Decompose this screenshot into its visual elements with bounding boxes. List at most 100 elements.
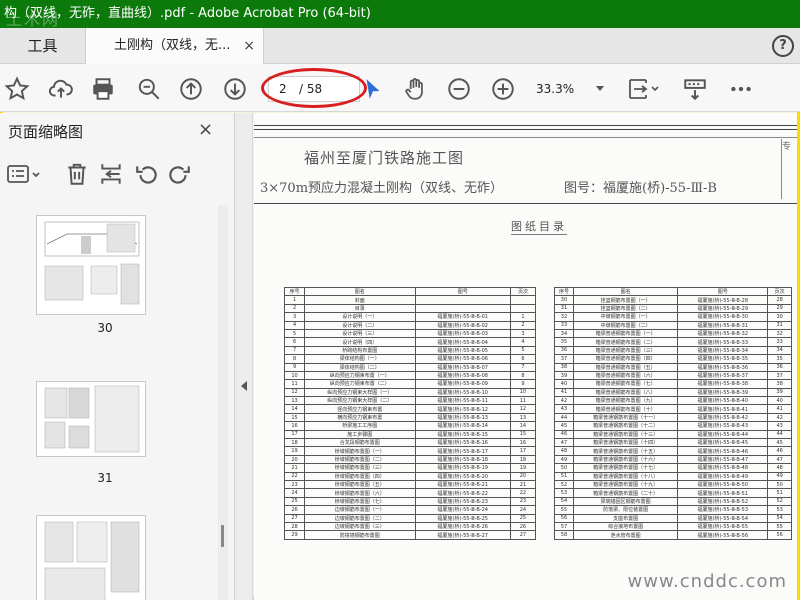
- table-cell: 福厦施(桥)-55-Ⅲ-B-40: [677, 396, 769, 406]
- table-row: 9 梁体结构图（二） 福厦施(桥)-55-Ⅲ-B-07 7: [283, 362, 537, 372]
- table-cell: 52: [554, 479, 574, 490]
- table-row: 32 中墩钢筋布置图（一） 福厦施(桥)-55-Ⅲ-B-30 30: [554, 312, 792, 322]
- cloud-upload-icon[interactable]: [48, 76, 74, 102]
- table-cell: 梁端锚固区钢筋布置图: [572, 496, 679, 507]
- table-cell: 10: [509, 387, 537, 398]
- table-cell: 35: [554, 337, 574, 347]
- insert-pages-icon[interactable]: [98, 161, 124, 187]
- fit-page-icon[interactable]: [626, 76, 662, 102]
- table-cell: 箱梁普通钢筋布置图（十一）: [572, 412, 679, 423]
- close-icon[interactable]: ×: [198, 119, 213, 140]
- table-cell: 箱梁普通钢筋布置图（八）: [572, 387, 679, 398]
- plus-circle-icon[interactable]: [490, 76, 516, 102]
- page-thumbnail[interactable]: [36, 381, 146, 457]
- index-title: 图纸目录: [511, 220, 567, 235]
- table-cell: 33: [767, 337, 792, 347]
- close-icon[interactable]: ×: [243, 28, 255, 64]
- panel-collapse-handle[interactable]: [235, 113, 253, 600]
- table-cell: 桥墩钢筋布置图（六）: [304, 488, 416, 498]
- table-cell: 17: [509, 446, 537, 456]
- table-cell: 福厦施(桥)-55-Ⅲ-B-50: [677, 479, 769, 490]
- table-row: 17 施工步骤图 福厦施(桥)-55-Ⅲ-B-15 15: [283, 429, 537, 440]
- table-cell: 23: [283, 479, 306, 490]
- table-cell: 57: [554, 521, 574, 532]
- table-cell: 27: [283, 513, 306, 523]
- table-cell: 序号: [283, 286, 306, 297]
- table-cell: 36: [767, 362, 792, 372]
- table-cell: 福厦施(桥)-55-Ⅲ-B-48: [677, 463, 769, 473]
- page-thumbnail[interactable]: [36, 215, 146, 315]
- table-row: 16 桥梁施工工序图 福厦施(桥)-55-Ⅲ-B-14 14: [283, 421, 537, 431]
- table-row: 7 桥跨结构布置图 福厦施(桥)-55-Ⅲ-B-05 5: [283, 345, 537, 356]
- table-cell: 福厦施(桥)-55-Ⅲ-B-15: [414, 429, 511, 440]
- table-cell: 16: [283, 421, 306, 431]
- trash-icon[interactable]: [64, 161, 90, 187]
- zoom-level: 33.3%: [536, 82, 575, 96]
- star-icon[interactable]: [4, 76, 30, 102]
- table-row: 56 支座布置图 福厦施(桥)-55-Ⅲ-B-54 54: [554, 513, 792, 523]
- table-cell: 箱梁普通钢筋布置图（七）: [572, 379, 679, 389]
- table-cell: 47: [554, 438, 574, 448]
- rotate-left-icon[interactable]: [134, 161, 160, 187]
- table-cell: 纵向预应力钢束布置（一）: [304, 370, 416, 381]
- tab-document[interactable]: 土刚构（双线，无... ×: [86, 28, 264, 65]
- table-cell: 箱梁普通钢筋布置图（十四）: [572, 438, 679, 448]
- table-cell: 纵向预应力钢束大样图（一）: [304, 387, 416, 398]
- table-cell: 福厦施(桥)-55-Ⅲ-B-08: [414, 370, 511, 381]
- table-cell: 39: [554, 370, 574, 381]
- table-cell: 26: [509, 521, 537, 532]
- project-title: 福州至厦门铁路施工图: [304, 149, 465, 167]
- options-menu-icon[interactable]: [6, 161, 42, 187]
- table-cell: 58: [554, 530, 574, 540]
- table-cell: 32: [554, 312, 574, 322]
- table-row: 28 边墩钢筋布置图（三） 福厦施(桥)-55-Ⅲ-B-26 26: [283, 521, 537, 532]
- help-icon[interactable]: ?: [772, 35, 794, 57]
- table-cell: 11: [283, 379, 306, 389]
- table-cell: 箱梁普通钢筋布置图（十三）: [572, 429, 679, 440]
- table-cell: 13: [509, 412, 537, 423]
- table-cell: 边墩钢筋布置图（三）: [304, 521, 416, 532]
- table-cell: 51: [767, 488, 792, 498]
- zoom-dropdown[interactable]: 33.3%: [536, 76, 608, 102]
- table-row: 14 竖向预应力钢束布置 福厦施(桥)-55-Ⅲ-B-12 12: [283, 404, 537, 414]
- table-cell: 箱梁普通钢筋布置图（十）: [572, 404, 679, 414]
- table-cell: 福厦施(桥)-55-Ⅲ-B-44: [677, 429, 769, 440]
- table-cell: 设计说明（一）: [304, 312, 416, 322]
- cursor-icon[interactable]: [360, 76, 386, 102]
- thumbnail-scrollbar[interactable]: [218, 205, 228, 600]
- table-cell: 1: [509, 312, 537, 322]
- table-cell: 22: [283, 471, 306, 482]
- side-note: 专: [781, 139, 797, 199]
- table-cell: 福厦施(桥)-55-Ⅲ-B-05: [414, 345, 511, 356]
- table-row: 24 桥墩钢筋布置图（六） 福厦施(桥)-55-Ⅲ-B-22 22: [283, 488, 537, 498]
- table-row: 20 桥墩钢筋布置图（二） 福厦施(桥)-55-Ⅲ-B-18 18: [283, 454, 537, 465]
- table-row: 50 箱梁普通钢筋布置图（十七） 福厦施(桥)-55-Ⅲ-B-48 48: [554, 463, 792, 473]
- scroll-mode-icon[interactable]: [682, 76, 708, 102]
- table-row: 44 箱梁普通钢筋布置图（十一） 福厦施(桥)-55-Ⅲ-B-42 42: [554, 412, 792, 423]
- tab-tools[interactable]: 工具: [0, 28, 86, 64]
- table-cell: 桥墩钢筋布置图（三）: [304, 463, 416, 473]
- table-cell: 8: [509, 370, 537, 381]
- arrow-down-circle-icon[interactable]: [222, 76, 248, 102]
- print-icon[interactable]: [90, 76, 116, 102]
- table-row: 38 箱梁普通钢筋布置图（五） 福厦施(桥)-55-Ⅲ-B-36 36: [554, 362, 792, 372]
- minus-circle-icon[interactable]: [446, 76, 472, 102]
- table-cell: 福厦施(桥)-55-Ⅲ-B-39: [677, 387, 769, 398]
- zoom-search-icon[interactable]: [136, 76, 162, 102]
- more-icon[interactable]: [728, 76, 754, 102]
- arrow-up-circle-icon[interactable]: [178, 76, 204, 102]
- scrollbar-thumb[interactable]: [221, 525, 224, 547]
- table-cell: 43: [767, 421, 792, 431]
- page-thumbnail[interactable]: [36, 515, 146, 600]
- rotate-right-icon[interactable]: [166, 161, 192, 187]
- table-cell: 54: [554, 496, 574, 507]
- main-toolbar: 2 / 58 33.3%: [0, 64, 800, 112]
- table-cell: 5: [283, 328, 306, 339]
- hand-icon[interactable]: [402, 76, 428, 102]
- table-cell: 福厦施(桥)-55-Ⅲ-B-26: [414, 521, 511, 532]
- document-view[interactable]: 福州至厦门铁路施工图 3×70m预应力混凝土刚构（双线、无砟） 图号：福厦施(桥…: [254, 113, 797, 600]
- table-cell: 福厦施(桥)-55-Ⅲ-B-49: [677, 471, 769, 482]
- table-cell: 37: [554, 354, 574, 364]
- table-cell: 11: [509, 396, 537, 406]
- drawing-index-table-left: 序号 图名 图号 页次 1 封面 2 目录 3 设计说明（一） 福厦施(桥)-55-Ⅲ-B-01 1 4…: [283, 286, 537, 540]
